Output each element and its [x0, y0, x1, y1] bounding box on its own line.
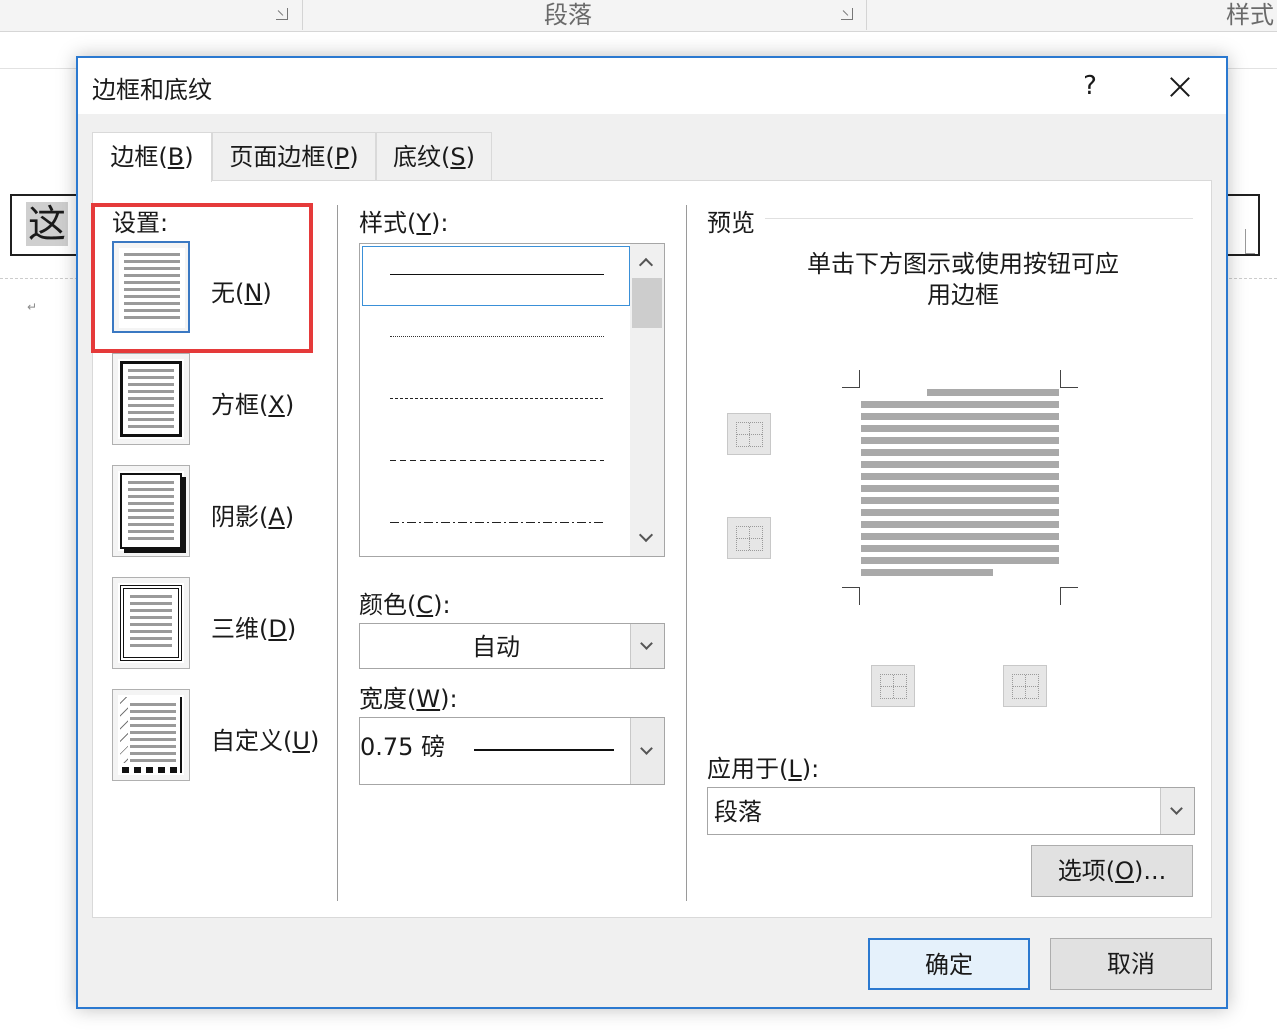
color-dropdown-button[interactable]: [630, 624, 664, 668]
help-button[interactable]: ?: [1070, 66, 1110, 106]
width-label: 宽度(W):: [359, 679, 458, 714]
tab-borders[interactable]: 边框(B): [92, 132, 212, 182]
ribbon-separator: [866, 0, 867, 30]
options-button[interactable]: 选项(O)...: [1031, 845, 1193, 897]
apply-to-dropdown-button[interactable]: [1160, 788, 1194, 834]
dialog-launcher-icon[interactable]: [841, 8, 853, 20]
preview-hint: 单击下方图示或使用按钮可应 用边框: [703, 249, 1223, 311]
style-solid-line[interactable]: [390, 274, 604, 275]
ribbon-separator: [302, 0, 303, 30]
preview-heading: 预览: [707, 203, 755, 238]
preview-corner-mark: [842, 587, 860, 605]
margin-marker: [1245, 229, 1255, 254]
borders-and-shading-dialog: 边框和底纹 ? 边框(B) 页面边框(P) 底纹(S) 设置: 无(N) 方框(…: [76, 56, 1228, 1009]
setting-shadow-thumbnail[interactable]: [112, 465, 190, 557]
setting-custom-label[interactable]: 自定义(U): [211, 721, 319, 756]
chevron-down-icon: [640, 637, 653, 650]
apply-to-dropdown[interactable]: 段落: [707, 787, 1195, 835]
setting-3d-label[interactable]: 三维(D): [211, 609, 296, 644]
dialog-titlebar: 边框和底纹 ?: [78, 58, 1226, 114]
scroll-up-icon[interactable]: [639, 258, 653, 272]
preview-indent: [861, 389, 927, 397]
preview-corner-mark: [842, 370, 860, 388]
inside-border-icon: [736, 526, 763, 551]
style-dotted-line[interactable]: [390, 336, 604, 337]
ok-button[interactable]: 确定: [868, 938, 1030, 990]
style-dash-line[interactable]: [390, 460, 604, 461]
setting-box-thumbnail[interactable]: [112, 353, 190, 445]
width-dropdown-button[interactable]: [630, 718, 664, 784]
top-border-button[interactable]: [727, 413, 771, 455]
annotation-highlight: [91, 203, 313, 353]
paragraph-mark: ↵: [27, 300, 37, 314]
right-border-button[interactable]: [1003, 665, 1047, 707]
style-dash-dot-line[interactable]: [390, 522, 604, 523]
style-label: 样式(Y):: [359, 203, 449, 238]
setting-shadow-label[interactable]: 阴影(A): [211, 497, 294, 532]
style-scrollbar[interactable]: [630, 244, 664, 556]
width-dropdown[interactable]: 0.75 磅: [359, 717, 665, 785]
style-fine-dash-line[interactable]: [390, 398, 604, 399]
apply-to-value: 段落: [714, 788, 762, 836]
ribbon: 段落 样式: [0, 0, 1277, 32]
left-border-icon: [880, 674, 907, 699]
left-border-button[interactable]: [871, 665, 915, 707]
dialog-launcher-icon[interactable]: [276, 8, 288, 20]
preview-heading-rule: [765, 218, 1193, 219]
document-text: 这: [26, 202, 68, 246]
tab-page-border[interactable]: 页面边框(P): [212, 132, 376, 180]
preview-area[interactable]: [861, 389, 1059, 581]
tab-shading[interactable]: 底纹(S): [376, 132, 492, 180]
dialog-title: 边框和底纹: [92, 70, 212, 105]
color-value: 自动: [360, 624, 632, 670]
preview-corner-mark: [1060, 587, 1078, 605]
ribbon-group-paragraph: 段落: [544, 0, 592, 30]
ribbon-group-styles: 样式: [1226, 0, 1274, 30]
style-listbox[interactable]: [359, 243, 665, 557]
chevron-down-icon: [1170, 802, 1183, 815]
cancel-button[interactable]: 取消: [1050, 938, 1212, 990]
top-border-icon: [736, 422, 763, 447]
scroll-down-icon[interactable]: [639, 528, 653, 542]
inside-horizontal-border-button[interactable]: [727, 517, 771, 559]
chevron-down-icon: [640, 742, 653, 755]
preview-corner-mark: [1060, 370, 1078, 388]
setting-3d-thumbnail[interactable]: [112, 577, 190, 669]
right-border-icon: [1012, 674, 1039, 699]
column-separator: [686, 205, 687, 901]
setting-custom-thumbnail[interactable]: [112, 689, 190, 781]
scroll-thumb[interactable]: [632, 278, 662, 328]
width-line-sample: [474, 749, 614, 751]
column-separator: [337, 205, 338, 901]
apply-to-label: 应用于(L):: [707, 749, 819, 784]
borders-tab-panel: 设置: 无(N) 方框(X) 阴影(A) 三维(D): [92, 180, 1212, 918]
width-value: 0.75 磅: [360, 718, 445, 776]
color-label: 颜色(C):: [359, 585, 451, 620]
color-dropdown[interactable]: 自动: [359, 623, 665, 669]
style-selected-item[interactable]: [362, 246, 630, 306]
close-icon[interactable]: [1158, 66, 1202, 106]
setting-box-label[interactable]: 方框(X): [211, 385, 294, 420]
preview-last-line-gap: [993, 569, 1059, 577]
